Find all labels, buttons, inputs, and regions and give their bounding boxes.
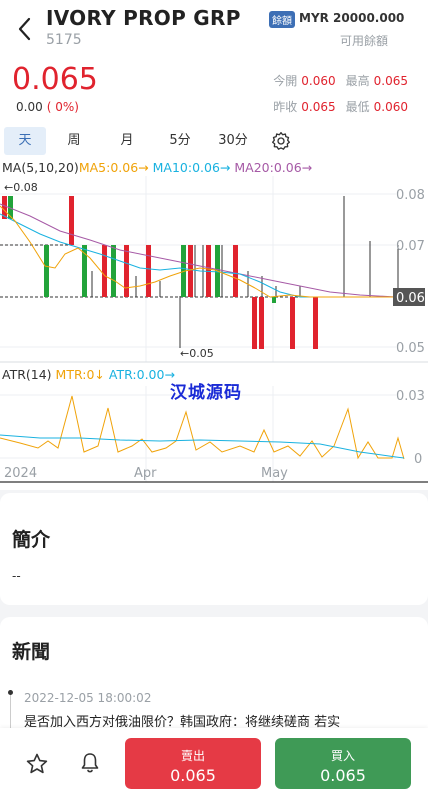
price-stats: 今開 0.060 最高 0.065 昨收 0.065 最低 0.060: [273, 68, 408, 120]
stock-code: 5175: [46, 32, 82, 48]
open-label: 今開: [273, 74, 298, 88]
low-label: 最低: [345, 100, 370, 114]
ma20-legend: MA20:0.06→: [234, 160, 313, 175]
quote-panel: IVORY PROP GRP 5175 餘額 MYR 20000.000 可用餘…: [0, 0, 428, 490]
watermark: 汉城源码: [170, 383, 242, 403]
buy-price: 0.065: [320, 766, 366, 785]
price-chart[interactable]: ←0.08 ←0.05 0.08 0.07 0.05 0.03 0 0.06 2…: [0, 176, 428, 486]
atr-legend: ATR(14) MTR:0↓ ATR:0.00→: [2, 367, 175, 382]
ma10-legend: MA10:0.06→: [152, 160, 231, 175]
x-tick-label: May: [261, 466, 288, 481]
open-value: 0.060: [301, 74, 336, 88]
tab-month[interactable]: 月: [102, 127, 152, 155]
high-label: 最高: [345, 74, 370, 88]
tab-30min[interactable]: 30分: [208, 127, 258, 155]
ma-legend-title: MA(5,10,20): [2, 160, 79, 175]
low-value: 0.060: [373, 100, 408, 114]
atr-tick-label: 0.03: [396, 389, 425, 404]
sell-label: 賣出: [180, 749, 205, 763]
change-value: 0.00: [16, 100, 43, 114]
y-tick-label: 0.07: [396, 239, 425, 254]
tab-week[interactable]: 周: [49, 127, 99, 155]
change-percent: ( 0%): [46, 100, 79, 114]
sell-price: 0.065: [170, 766, 216, 785]
back-arrow-icon[interactable]: [12, 14, 38, 44]
stock-name: IVORY PROP GRP: [46, 6, 241, 30]
atr-tick-label: 0: [414, 452, 422, 467]
x-tick-label: Apr: [134, 466, 157, 481]
ma-legend: MA(5,10,20)MA5:0.06→ MA10:0.06→ MA20:0.0…: [2, 160, 312, 175]
buy-button[interactable]: 買入 0.065: [275, 738, 411, 789]
current-price-label: 0.06: [396, 291, 425, 306]
price-change: 0.00( 0%): [16, 100, 79, 114]
chart-min-label: ←0.05: [180, 347, 214, 360]
bottom-action-bar: 賣出 0.065 買入 0.065: [0, 728, 428, 797]
mtr-legend: MTR:0↓: [55, 367, 105, 382]
x-tick-label: 2024: [4, 466, 37, 481]
balance-value: MYR 20000.000: [299, 11, 405, 25]
atr-legend-title: ATR(14): [2, 367, 52, 382]
available-balance-label: 可用餘額: [339, 34, 388, 48]
ma5-legend: MA5:0.06→: [78, 160, 149, 175]
period-tabs: 天 周 月 5分 30分: [4, 126, 295, 156]
news-title: 新聞: [12, 641, 51, 663]
tab-5min[interactable]: 5分: [155, 127, 205, 155]
sell-button[interactable]: 賣出 0.065: [125, 738, 261, 789]
y-tick-label: 0.05: [396, 341, 425, 356]
buy-label: 買入: [330, 749, 355, 763]
balance-tag: 餘額: [269, 11, 295, 28]
favorite-star-icon[interactable]: [25, 752, 49, 776]
chart-max-label: ←0.08: [4, 181, 38, 194]
y-tick-label: 0.08: [396, 188, 425, 203]
last-price: 0.065: [12, 62, 98, 97]
news-time: 2022-12-05 18:00:02: [24, 691, 152, 705]
chart-settings-gear-icon[interactable]: [267, 127, 295, 155]
intro-card: 簡介 --: [0, 493, 428, 605]
high-value: 0.065: [373, 74, 408, 88]
intro-text: --: [12, 569, 21, 583]
alert-bell-icon[interactable]: [78, 751, 102, 775]
intro-title: 簡介: [12, 529, 51, 551]
news-timeline-dot: [8, 690, 13, 695]
prev-close-label: 昨收: [273, 100, 298, 114]
prev-close-value: 0.065: [301, 100, 336, 114]
atr-value-legend: ATR:0.00→: [108, 367, 175, 382]
tab-day[interactable]: 天: [4, 127, 46, 155]
